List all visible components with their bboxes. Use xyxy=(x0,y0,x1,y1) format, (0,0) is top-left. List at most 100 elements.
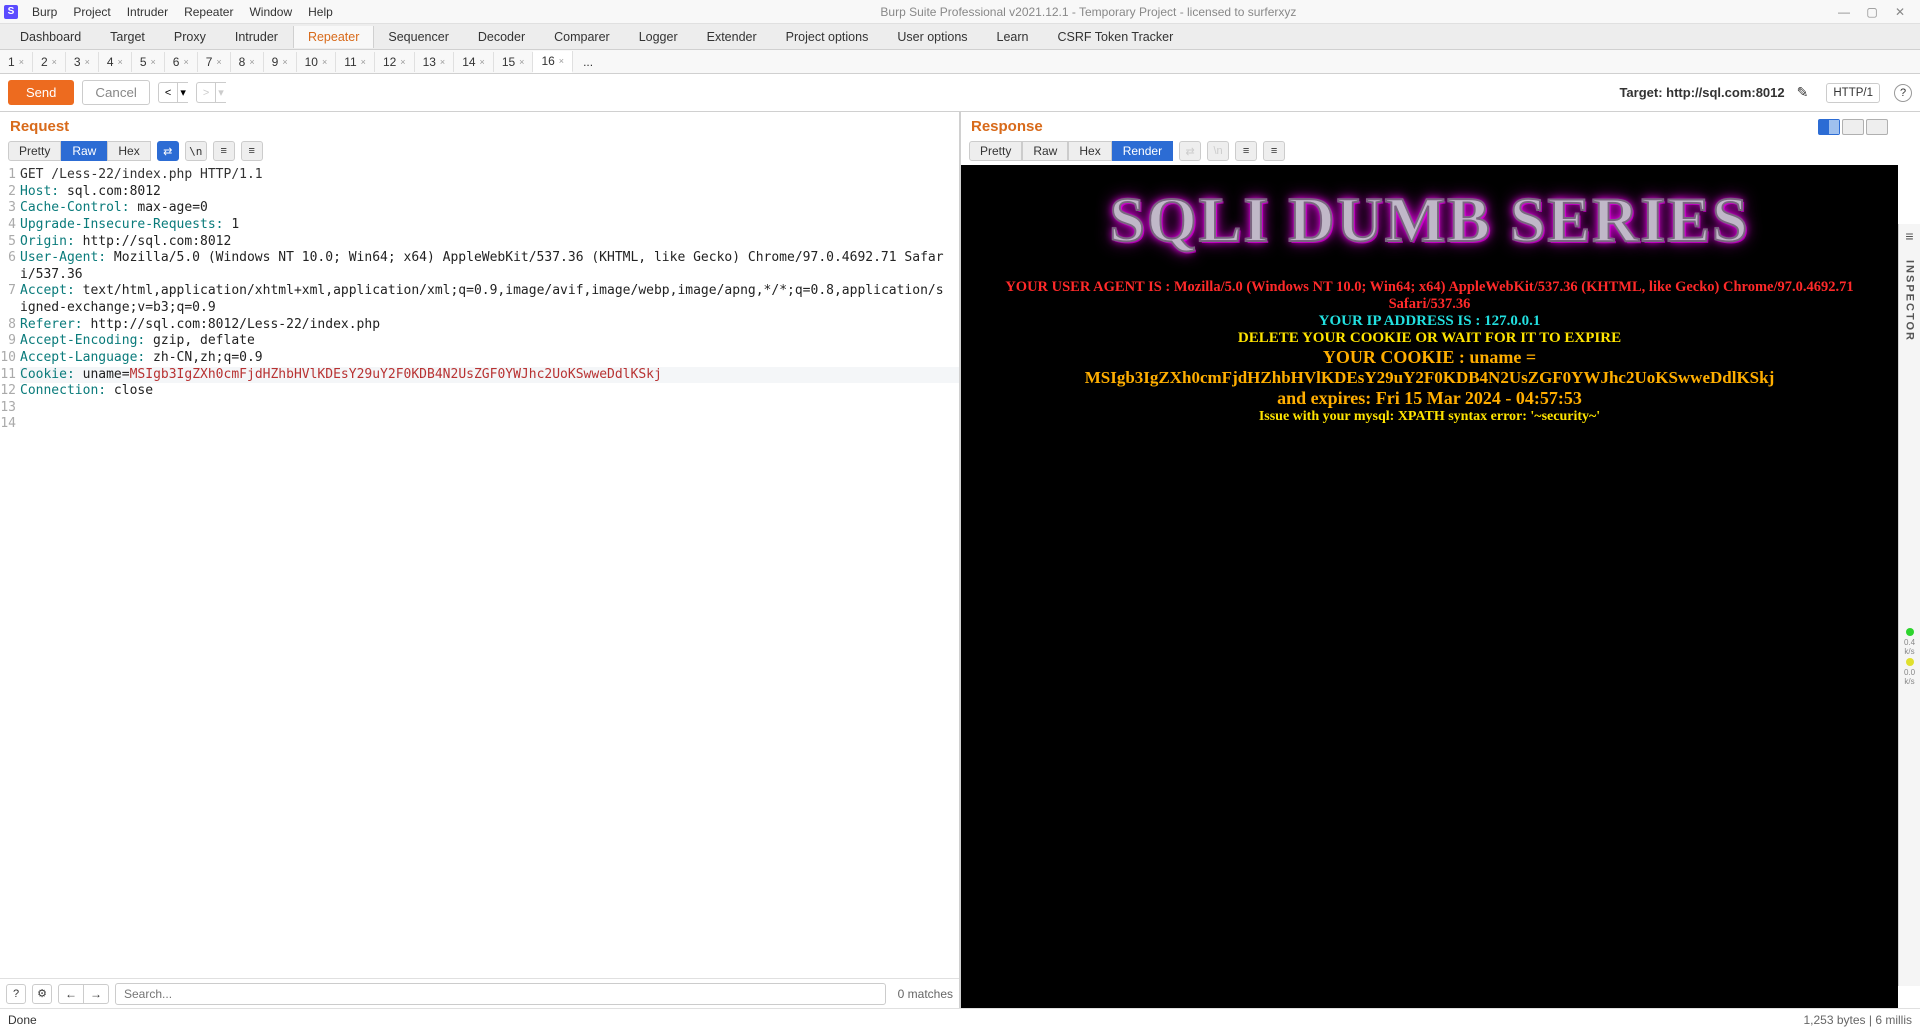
menu-repeater[interactable]: Repeater xyxy=(176,5,241,19)
history-back-drop[interactable]: ▾ xyxy=(177,82,188,103)
request-line[interactable]: 1GET /Less-22/index.php HTTP/1.1 xyxy=(0,167,959,184)
menu-window[interactable]: Window xyxy=(241,5,300,19)
search-next-icon[interactable]: → xyxy=(84,985,108,1003)
request-line[interactable]: 14 xyxy=(0,416,959,433)
repeater-tab-13[interactable]: 13× xyxy=(415,52,455,72)
help-icon[interactable]: ? xyxy=(1894,84,1912,102)
repeater-tab-close-icon[interactable]: × xyxy=(559,56,564,66)
repeater-tab-close-icon[interactable]: × xyxy=(118,57,123,67)
request-view-hex[interactable]: Hex xyxy=(107,141,150,161)
response-view-raw[interactable]: Raw xyxy=(1022,141,1068,161)
request-line[interactable]: 6User-Agent: Mozilla/5.0 (Windows NT 10.… xyxy=(0,250,959,283)
repeater-tab-11[interactable]: 11× xyxy=(336,52,375,72)
menu-project[interactable]: Project xyxy=(65,5,118,19)
search-prev-icon[interactable]: ← xyxy=(59,985,84,1003)
layout-stacked-icon[interactable] xyxy=(1842,119,1864,135)
history-back-button[interactable]: < xyxy=(158,82,177,103)
main-tab-target[interactable]: Target xyxy=(96,26,160,48)
menu-intruder[interactable]: Intruder xyxy=(119,5,176,19)
repeater-tab-1[interactable]: 1× xyxy=(0,52,33,72)
main-tab-user-options[interactable]: User options xyxy=(883,26,982,48)
repeater-tab-9[interactable]: 9× xyxy=(264,52,297,72)
repeater-tab-close-icon[interactable]: × xyxy=(151,57,156,67)
response-render[interactable]: SQLI DUMB SERIES YOUR USER AGENT IS : Mo… xyxy=(961,165,1898,1008)
send-button[interactable]: Send xyxy=(8,80,74,105)
main-tab-comparer[interactable]: Comparer xyxy=(540,26,625,48)
maximize-icon[interactable]: ▢ xyxy=(1864,5,1880,19)
layout-combined-icon[interactable] xyxy=(1866,119,1888,135)
main-tab-learn[interactable]: Learn xyxy=(983,26,1044,48)
main-tab-dashboard[interactable]: Dashboard xyxy=(6,26,96,48)
request-line[interactable]: 9Accept-Encoding: gzip, deflate xyxy=(0,333,959,350)
repeater-tab-close-icon[interactable]: × xyxy=(52,57,57,67)
resp-newline-icon[interactable]: ≡ xyxy=(1235,141,1257,161)
repeater-tab-12[interactable]: 12× xyxy=(375,52,415,72)
repeater-tab-close-icon[interactable]: × xyxy=(400,57,405,67)
main-tab-project-options[interactable]: Project options xyxy=(772,26,884,48)
layout-side-by-side-icon[interactable] xyxy=(1818,119,1840,135)
minimize-icon[interactable]: — xyxy=(1836,5,1852,19)
request-line[interactable]: 3Cache-Control: max-age=0 xyxy=(0,200,959,217)
resp-wrap-icon[interactable]: ⇄ xyxy=(1179,141,1201,161)
request-line[interactable]: 12Connection: close xyxy=(0,383,959,400)
repeater-tab-14[interactable]: 14× xyxy=(454,52,494,72)
response-view-hex[interactable]: Hex xyxy=(1068,141,1111,161)
request-line[interactable]: 10Accept-Language: zh-CN,zh;q=0.9 xyxy=(0,350,959,367)
request-line[interactable]: 13 xyxy=(0,400,959,417)
cancel-button[interactable]: Cancel xyxy=(82,80,150,105)
request-line[interactable]: 4Upgrade-Insecure-Requests: 1 xyxy=(0,217,959,234)
main-tab-decoder[interactable]: Decoder xyxy=(464,26,540,48)
repeater-tab-close-icon[interactable]: × xyxy=(480,57,485,67)
close-icon[interactable]: ✕ xyxy=(1892,5,1908,19)
request-view-raw[interactable]: Raw xyxy=(61,141,107,161)
request-editor[interactable]: 1GET /Less-22/index.php HTTP/1.12Host: s… xyxy=(0,165,959,978)
repeater-tab-2[interactable]: 2× xyxy=(33,52,66,72)
repeater-tab-close-icon[interactable]: × xyxy=(19,57,24,67)
repeater-tab-close-icon[interactable]: × xyxy=(216,57,221,67)
repeater-tab-16[interactable]: 16× xyxy=(533,51,573,73)
resp-n-icon[interactable]: \n xyxy=(1207,141,1229,161)
toggle-n-icon[interactable]: \n xyxy=(185,141,207,161)
menu-help[interactable]: Help xyxy=(300,5,341,19)
request-line[interactable]: 2Host: sql.com:8012 xyxy=(0,184,959,201)
repeater-tab-close-icon[interactable]: × xyxy=(85,57,90,67)
inspector-toggle-icon[interactable]: ≡ xyxy=(1905,228,1913,244)
edit-target-icon[interactable]: ✎ xyxy=(1797,84,1809,101)
main-tab-csrf-token-tracker[interactable]: CSRF Token Tracker xyxy=(1044,26,1189,48)
search-settings-icon[interactable]: ⚙ xyxy=(32,984,52,1004)
repeater-tab-close-icon[interactable]: × xyxy=(282,57,287,67)
repeater-tab-close-icon[interactable]: × xyxy=(322,57,327,67)
repeater-tab-close-icon[interactable]: × xyxy=(440,57,445,67)
main-tab-sequencer[interactable]: Sequencer xyxy=(374,26,463,48)
request-line[interactable]: 8Referer: http://sql.com:8012/Less-22/in… xyxy=(0,317,959,334)
hamburger-icon[interactable]: ≡ xyxy=(241,141,263,161)
request-line[interactable]: 5Origin: http://sql.com:8012 xyxy=(0,234,959,251)
http-version-toggle[interactable]: HTTP/1 xyxy=(1826,83,1880,103)
toggle-wrap-icon[interactable]: ⇄ xyxy=(157,141,179,161)
response-view-pretty[interactable]: Pretty xyxy=(969,141,1022,161)
repeater-tab-close-icon[interactable]: × xyxy=(183,57,188,67)
repeater-tab-5[interactable]: 5× xyxy=(132,52,165,72)
toggle-newline-icon[interactable]: ≡ xyxy=(213,141,235,161)
resp-hamburger-icon[interactable]: ≡ xyxy=(1263,141,1285,161)
search-input[interactable] xyxy=(115,983,886,1005)
repeater-tab-8[interactable]: 8× xyxy=(231,52,264,72)
repeater-tab-4[interactable]: 4× xyxy=(99,52,132,72)
repeater-tab-close-icon[interactable]: × xyxy=(249,57,254,67)
repeater-tab-10[interactable]: 10× xyxy=(297,52,337,72)
main-tab-intruder[interactable]: Intruder xyxy=(221,26,293,48)
main-tab-proxy[interactable]: Proxy xyxy=(160,26,221,48)
main-tab-logger[interactable]: Logger xyxy=(625,26,693,48)
response-view-render[interactable]: Render xyxy=(1112,141,1173,161)
history-forward-button[interactable]: > xyxy=(196,82,215,103)
repeater-tab-close-icon[interactable]: × xyxy=(519,57,524,67)
inspector-label[interactable]: INSPECTOR xyxy=(1904,260,1916,342)
request-line[interactable]: 11Cookie: uname=MSIgb3IgZXh0cmFjdHZhbHVl… xyxy=(0,367,959,384)
main-tab-repeater[interactable]: Repeater xyxy=(293,26,374,48)
repeater-tab-3[interactable]: 3× xyxy=(66,52,99,72)
search-help-icon[interactable]: ? xyxy=(6,984,26,1004)
request-view-pretty[interactable]: Pretty xyxy=(8,141,61,161)
main-tab-extender[interactable]: Extender xyxy=(693,26,772,48)
repeater-tab-more[interactable]: ... xyxy=(573,52,603,72)
repeater-tab-6[interactable]: 6× xyxy=(165,52,198,72)
